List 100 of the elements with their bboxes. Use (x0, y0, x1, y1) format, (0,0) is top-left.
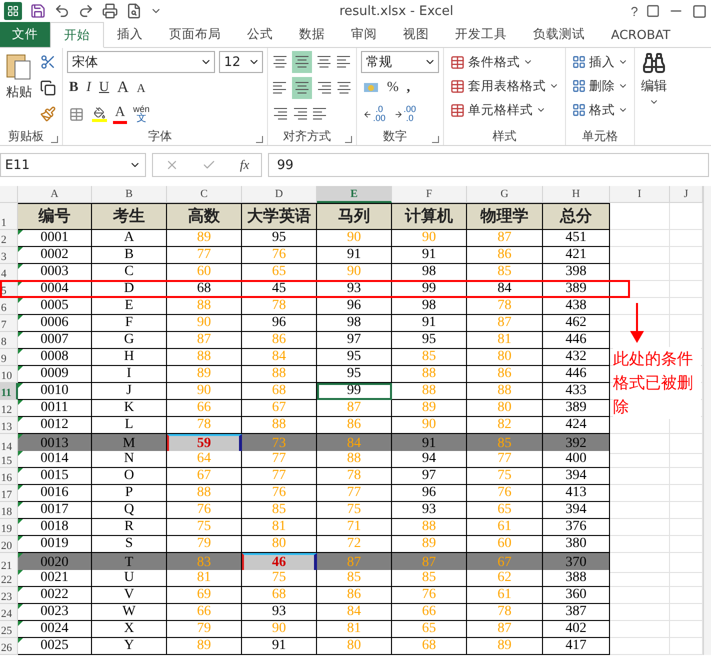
decrease-decimal-button[interactable]: .00 .0 (392, 105, 418, 123)
row-header[interactable]: 11 (0, 383, 18, 400)
row-header[interactable]: 13 (0, 417, 18, 434)
dialog-launcher-icon[interactable] (345, 136, 352, 142)
ribbon-tab[interactable]: 视图 (390, 22, 442, 47)
row-header[interactable]: 6 (0, 298, 18, 315)
bold-button[interactable]: B (67, 77, 80, 99)
insert-function-button[interactable]: fx (240, 157, 250, 173)
row-header[interactable]: 7 (0, 315, 18, 332)
ribbon-tab[interactable]: 审阅 (338, 22, 390, 47)
file-tab[interactable]: 文件 (0, 22, 50, 47)
top-align-icon[interactable] (272, 54, 288, 70)
orientation-icon[interactable] (312, 106, 328, 122)
row-header[interactable]: 19 (0, 519, 18, 536)
save-icon[interactable] (30, 2, 46, 20)
align-right-icon[interactable] (316, 80, 332, 96)
column-header[interactable]: G (467, 186, 543, 203)
row-header[interactable]: 3 (0, 247, 18, 264)
printer-icon[interactable] (102, 2, 118, 20)
cells-menu-button[interactable]: 格式 (570, 99, 630, 121)
row-header[interactable]: 23 (0, 587, 18, 604)
column-header[interactable]: F (392, 186, 467, 203)
table-cell: 89 (167, 230, 242, 247)
help-button[interactable]: ? (630, 2, 638, 20)
column-header[interactable]: B (92, 186, 167, 203)
font-color-button[interactable]: A (113, 104, 128, 124)
group-label: 字体 (147, 128, 173, 145)
table-cell: 77 (317, 485, 392, 502)
undo-icon[interactable] (54, 2, 70, 20)
row-header[interactable]: 1 (0, 203, 18, 230)
ribbon-tab[interactable]: 开始 (50, 22, 104, 48)
column-header[interactable]: E (317, 186, 392, 203)
table-cell: 90 (392, 417, 467, 434)
cells-menu-button[interactable]: 删除 (570, 75, 630, 97)
ribbon-tab[interactable]: 公式 (234, 22, 286, 47)
redo-icon[interactable] (78, 2, 94, 20)
formula-field[interactable]: 99 (268, 153, 709, 177)
row-header[interactable]: 10 (0, 366, 18, 383)
ribbon-tab[interactable]: 负载测试 (520, 22, 598, 47)
column-header[interactable]: J (670, 186, 703, 203)
ribbon-display-icon[interactable] (646, 2, 660, 20)
bottom-align-icon[interactable] (316, 54, 332, 70)
percent-button[interactable]: % (385, 77, 401, 99)
row-header[interactable]: 18 (0, 502, 18, 519)
row-header[interactable]: 12 (0, 400, 18, 417)
table-cell: 78 (317, 468, 392, 485)
paste-button[interactable]: 粘贴 (4, 51, 34, 127)
row-header[interactable]: 26 (0, 638, 18, 655)
ribbon-tab[interactable]: 数据 (286, 22, 338, 47)
row-header[interactable]: 4 (0, 264, 18, 281)
print-preview-icon[interactable] (126, 2, 142, 20)
ribbon-tab[interactable]: 页面布局 (156, 22, 234, 47)
error-indicator-icon (18, 536, 23, 541)
column-header[interactable]: H (543, 186, 610, 203)
row-header[interactable]: 2 (0, 230, 18, 247)
column-header[interactable]: A (18, 186, 92, 203)
wrap-text-icon[interactable] (336, 54, 352, 70)
styles-menu-button[interactable]: 单元格样式 (448, 99, 561, 121)
row-header[interactable]: 15 (0, 451, 18, 468)
ribbon-tab[interactable]: 开发工具 (442, 22, 520, 47)
dialog-launcher-icon[interactable] (51, 136, 58, 142)
name-box[interactable]: E11 (0, 153, 146, 177)
table-cell: 75 (167, 519, 242, 536)
italic-button[interactable]: I (84, 77, 94, 99)
decrease-indent-icon[interactable] (272, 106, 288, 122)
merge-cells-icon[interactable] (336, 80, 352, 96)
row-header[interactable]: 8 (0, 332, 18, 349)
row-header[interactable]: 17 (0, 485, 18, 502)
cells-menu-button[interactable]: 插入 (570, 51, 630, 73)
column-header[interactable]: C (167, 186, 242, 203)
column-header[interactable]: I (610, 186, 670, 203)
ribbon-tab[interactable]: 插入 (104, 22, 156, 47)
grow-font-button[interactable]: A (115, 77, 131, 99)
table-cell: 417 (543, 638, 610, 655)
increase-indent-icon[interactable] (292, 106, 308, 122)
row-header[interactable]: 9 (0, 349, 18, 366)
comma-button[interactable]: , (404, 77, 412, 99)
dialog-launcher-icon[interactable] (256, 136, 263, 142)
editing-button[interactable]: 编辑 (639, 51, 669, 107)
row-header[interactable]: 25 (0, 621, 18, 638)
ribbon-tab[interactable]: ACROBAT (598, 22, 684, 47)
font-name-field[interactable]: 宋体 (67, 51, 215, 73)
align-left-icon[interactable] (272, 80, 288, 96)
underline-button[interactable]: U (97, 77, 112, 99)
phonetic-guide-button[interactable]: wén 文 (131, 104, 152, 124)
column-header[interactable]: D (242, 186, 317, 203)
dialog-launcher-icon[interactable] (432, 136, 439, 142)
font-size-field[interactable]: 12 (219, 51, 263, 73)
number-format-field[interactable]: 常规 (361, 51, 439, 73)
table-cell: U (92, 570, 167, 587)
row-header[interactable]: 24 (0, 604, 18, 621)
table-cell: H (92, 349, 167, 366)
row-header[interactable]: 16 (0, 468, 18, 485)
styles-menu-button[interactable]: 套用表格格式 (448, 75, 561, 97)
increase-decimal-button[interactable]: .0 .00 (361, 105, 388, 123)
styles-menu-button[interactable]: 条件格式 (448, 51, 561, 73)
table-cell: 0024 (18, 621, 92, 638)
row-header[interactable]: 20 (0, 536, 18, 553)
row-header[interactable]: 22 (0, 570, 18, 587)
shrink-font-button[interactable]: A (134, 77, 148, 99)
